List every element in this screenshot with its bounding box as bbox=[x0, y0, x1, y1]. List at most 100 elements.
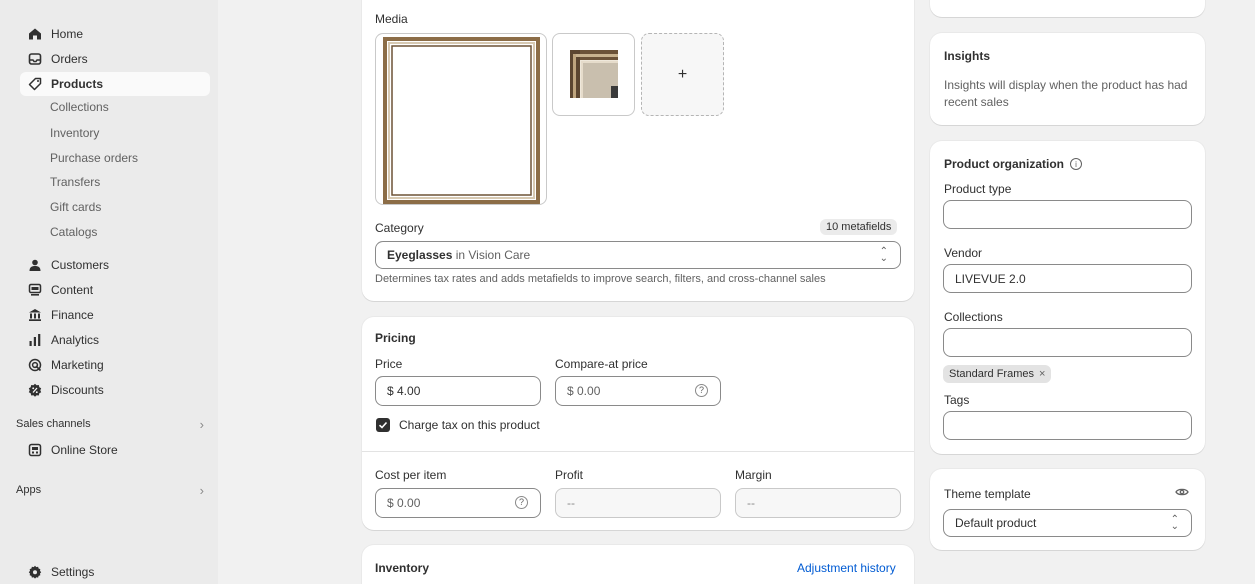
media-thumbnail[interactable] bbox=[552, 33, 635, 116]
nav-discounts[interactable]: Discounts bbox=[20, 378, 210, 402]
nav-collections[interactable]: Collections bbox=[50, 96, 109, 118]
category-select[interactable]: Eyeglasses in Vision Care ⌃ ⌄ bbox=[375, 241, 901, 269]
sales-channels-header[interactable]: Sales channels › bbox=[16, 414, 204, 434]
bar-chart-icon bbox=[28, 333, 42, 347]
theme-template-value: Default product bbox=[955, 516, 1037, 530]
collections-label: Collections bbox=[944, 310, 1003, 324]
chevron-right-icon: › bbox=[199, 416, 204, 432]
nav-content[interactable]: Content bbox=[20, 278, 210, 302]
nav-finance[interactable]: Finance bbox=[20, 303, 210, 327]
vendor-value: LIVEVUE 2.0 bbox=[955, 271, 1026, 286]
help-icon[interactable]: ? bbox=[515, 496, 528, 509]
gear-icon bbox=[28, 565, 42, 579]
nav-label: Orders bbox=[51, 52, 88, 66]
insights-text: Insights will display when the product h… bbox=[944, 78, 1188, 109]
product-organization-title: Product organization bbox=[944, 157, 1064, 171]
nav-label: Discounts bbox=[51, 383, 104, 397]
price-label: Price bbox=[375, 357, 403, 371]
metafields-badge[interactable]: 10 metafields bbox=[820, 219, 898, 235]
nav-orders[interactable]: Orders bbox=[20, 47, 210, 71]
inbox-icon bbox=[28, 52, 42, 66]
pricing-divider bbox=[362, 451, 914, 452]
price-input[interactable]: $ 4.00 bbox=[375, 376, 541, 406]
frame-image bbox=[383, 37, 540, 204]
nav-analytics[interactable]: Analytics bbox=[20, 328, 210, 352]
category-label: Category bbox=[375, 221, 424, 235]
charge-tax-label: Charge tax on this product bbox=[399, 418, 540, 432]
eye-icon[interactable] bbox=[1175, 486, 1189, 500]
collection-chip[interactable]: Standard Frames × bbox=[943, 365, 1052, 383]
nav-label: Settings bbox=[51, 565, 95, 579]
apps-label: Apps bbox=[16, 484, 42, 496]
compare-price-input[interactable]: $ 0.00 ? bbox=[555, 376, 721, 406]
nav-label: Finance bbox=[51, 308, 94, 322]
bank-icon bbox=[28, 308, 42, 322]
add-media-button[interactable]: + bbox=[641, 33, 724, 116]
theme-template-select[interactable]: Default product ⌃ ⌄ bbox=[943, 509, 1192, 537]
apps-header[interactable]: Apps › bbox=[16, 480, 204, 500]
nav-label: Customers bbox=[51, 258, 110, 272]
nav-settings[interactable]: Settings bbox=[20, 560, 210, 584]
nav-home[interactable]: Home bbox=[20, 22, 210, 46]
category-help-text: Determines tax rates and adds metafields… bbox=[375, 273, 826, 285]
charge-tax-checkbox[interactable] bbox=[376, 418, 390, 432]
profit-field: -- bbox=[555, 488, 721, 518]
content-icon bbox=[28, 283, 42, 297]
margin-label: Margin bbox=[735, 468, 772, 482]
margin-field: -- bbox=[735, 488, 901, 518]
home-icon bbox=[28, 27, 42, 41]
margin-value: -- bbox=[747, 496, 755, 510]
product-type-input[interactable] bbox=[943, 200, 1192, 229]
nav-label: Online Store bbox=[51, 443, 118, 457]
media-main-image[interactable] bbox=[375, 33, 547, 205]
checkmark-icon bbox=[378, 421, 388, 429]
nav-online-store[interactable]: Online Store bbox=[20, 438, 210, 462]
sales-channels-label: Sales channels bbox=[16, 418, 91, 430]
nav-gift-cards[interactable]: Gift cards bbox=[50, 196, 101, 218]
cost-value: $ 0.00 bbox=[387, 496, 421, 510]
nav-products[interactable]: Products bbox=[20, 72, 210, 96]
tags-label: Tags bbox=[944, 393, 970, 407]
info-icon[interactable]: i bbox=[1070, 158, 1082, 170]
media-label: Media bbox=[375, 12, 408, 26]
chevron-right-icon: › bbox=[199, 482, 204, 498]
close-icon[interactable]: × bbox=[1039, 368, 1045, 380]
discount-icon bbox=[28, 383, 42, 397]
select-arrows-icon: ⌃ ⌄ bbox=[1170, 514, 1179, 532]
nav-label: Marketing bbox=[51, 358, 104, 372]
cost-label: Cost per item bbox=[375, 468, 447, 482]
nav-label: Analytics bbox=[51, 333, 100, 347]
sidebar: Home Orders Products Collections Invento… bbox=[0, 0, 218, 584]
nav-label: Products bbox=[51, 77, 104, 91]
cost-input[interactable]: $ 0.00 ? bbox=[375, 488, 541, 518]
price-value: $ 4.00 bbox=[387, 384, 421, 398]
profit-label: Profit bbox=[555, 468, 584, 482]
vendor-input[interactable]: LIVEVUE 2.0 bbox=[943, 264, 1192, 293]
target-icon bbox=[28, 358, 42, 372]
person-icon bbox=[28, 258, 42, 272]
adjustment-history-link[interactable]: Adjustment history bbox=[797, 561, 896, 575]
pricing-title: Pricing bbox=[375, 331, 416, 345]
theme-template-label: Theme template bbox=[944, 487, 1031, 501]
tags-input[interactable] bbox=[943, 411, 1192, 440]
inventory-title: Inventory bbox=[375, 561, 430, 575]
help-icon[interactable]: ? bbox=[695, 384, 708, 397]
profit-value: -- bbox=[567, 496, 575, 510]
nav-customers[interactable]: Customers bbox=[20, 253, 210, 277]
compare-price-label: Compare-at price bbox=[555, 357, 648, 371]
product-organization-header: Product organization i bbox=[944, 157, 1082, 171]
nav-marketing[interactable]: Marketing bbox=[20, 353, 210, 377]
category-value: Eyeglasses bbox=[387, 248, 453, 262]
tag-icon bbox=[28, 77, 42, 91]
nav-inventory[interactable]: Inventory bbox=[50, 122, 99, 144]
nav-purchase-orders[interactable]: Purchase orders bbox=[50, 147, 138, 169]
collections-input[interactable] bbox=[943, 328, 1192, 357]
nav-transfers[interactable]: Transfers bbox=[50, 171, 100, 193]
nav-catalogs[interactable]: Catalogs bbox=[50, 221, 97, 243]
select-arrows-icon: ⌃ ⌄ bbox=[879, 246, 888, 264]
status-card bbox=[930, 0, 1205, 17]
store-icon bbox=[28, 443, 42, 457]
collection-chip-label: Standard Frames bbox=[949, 368, 1034, 380]
compare-price-value: $ 0.00 bbox=[567, 384, 601, 398]
product-type-label: Product type bbox=[944, 182, 1012, 196]
